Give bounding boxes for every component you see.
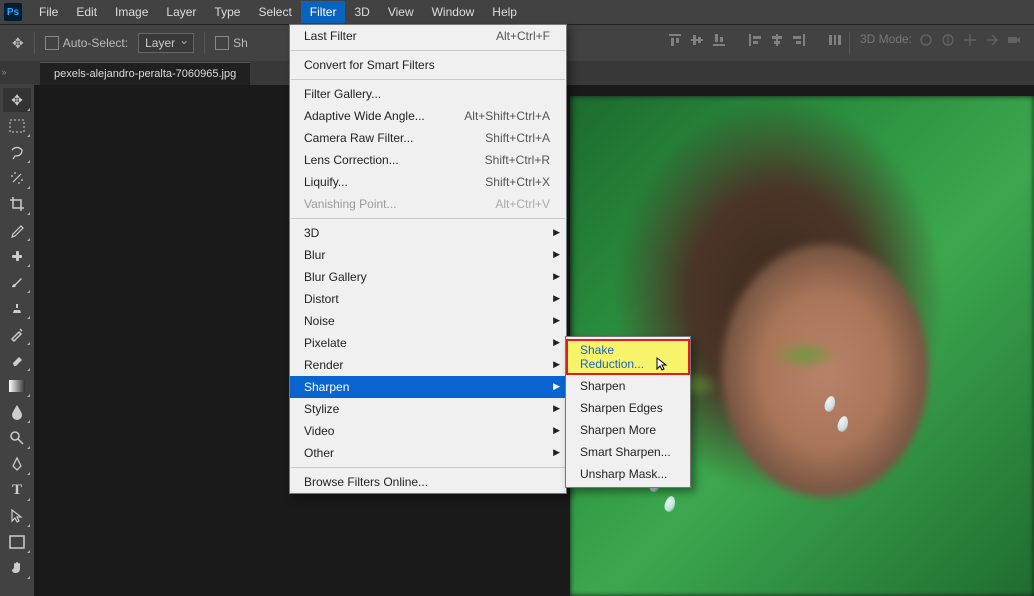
submenu-sharpen-edges[interactable]: Sharpen Edges xyxy=(566,397,690,419)
menu-liquify[interactable]: Liquify...Shift+Ctrl+X xyxy=(290,171,566,193)
eyedropper-tool[interactable] xyxy=(3,218,31,242)
lasso-tool[interactable] xyxy=(3,140,31,164)
submenu-smart-sharpen[interactable]: Smart Sharpen... xyxy=(566,441,690,463)
3d-roll-icon[interactable] xyxy=(940,32,956,48)
align-hcenter-icon[interactable] xyxy=(769,32,785,48)
hand-tool[interactable] xyxy=(3,556,31,580)
menu-stylize-sub[interactable]: Stylize▶ xyxy=(290,398,566,420)
submenu-sharpen-more[interactable]: Sharpen More xyxy=(566,419,690,441)
toolbar-expand-icon[interactable]: » xyxy=(0,60,8,84)
menu-vanishing-point: Vanishing Point...Alt+Ctrl+V xyxy=(290,193,566,215)
menu-sharpen-sub[interactable]: Sharpen▶ xyxy=(290,376,566,398)
show-transform-group[interactable]: Sh xyxy=(215,36,248,51)
menu-separator xyxy=(291,79,565,80)
dodge-tool[interactable] xyxy=(3,426,31,450)
gradient-tool[interactable] xyxy=(3,374,31,398)
menu-noise-sub[interactable]: Noise▶ xyxy=(290,310,566,332)
menu-render-sub[interactable]: Render▶ xyxy=(290,354,566,376)
submenu-unsharp-mask[interactable]: Unsharp Mask... xyxy=(566,463,690,485)
menu-window[interactable]: Window xyxy=(423,1,484,23)
align-left-icon[interactable] xyxy=(747,32,763,48)
menu-adaptive-wide-angle[interactable]: Adaptive Wide Angle...Alt+Shift+Ctrl+A xyxy=(290,105,566,127)
crop-tool[interactable] xyxy=(3,192,31,216)
menu-select[interactable]: Select xyxy=(249,1,300,23)
move-tool-icon: ✥ xyxy=(12,35,24,52)
rectangle-tool[interactable] xyxy=(3,530,31,554)
document-tab[interactable]: pexels-alejandro-peralta-7060965.jpg xyxy=(40,62,250,85)
menu-type[interactable]: Type xyxy=(205,1,249,23)
submenu-sharpen[interactable]: Sharpen xyxy=(566,375,690,397)
sharpen-submenu: Shake Reduction... Sharpen Sharpen Edges… xyxy=(565,336,691,488)
eyeshadow-left xyxy=(770,341,840,369)
submenu-shake-reduction[interactable]: Shake Reduction... xyxy=(566,339,690,375)
magic-wand-tool[interactable] xyxy=(3,166,31,190)
align-top-icon[interactable] xyxy=(667,32,683,48)
menu-filter-gallery[interactable]: Filter Gallery... xyxy=(290,83,566,105)
show-transform-label: Sh xyxy=(233,36,248,50)
path-selection-tool[interactable] xyxy=(3,504,31,528)
distribute-icon[interactable] xyxy=(827,32,843,48)
app-logo: Ps xyxy=(4,3,22,21)
tools-panel: ✥ T xyxy=(0,84,34,596)
menu-separator xyxy=(291,218,565,219)
pen-tool[interactable] xyxy=(3,452,31,476)
menu-video-sub[interactable]: Video▶ xyxy=(290,420,566,442)
menu-browse-filters[interactable]: Browse Filters Online... xyxy=(290,471,566,493)
3d-slide-icon[interactable] xyxy=(984,32,1000,48)
3d-orbit-icon[interactable] xyxy=(918,32,934,48)
menu-bar: Ps File Edit Image Layer Type Select Fil… xyxy=(0,0,1034,24)
history-brush-tool[interactable] xyxy=(3,322,31,346)
menu-file[interactable]: File xyxy=(30,1,67,23)
move-tool[interactable]: ✥ xyxy=(3,88,31,112)
menu-layer[interactable]: Layer xyxy=(157,1,205,23)
blur-tool[interactable] xyxy=(3,400,31,424)
clone-stamp-tool[interactable] xyxy=(3,296,31,320)
align-right-icon[interactable] xyxy=(791,32,807,48)
auto-select-label: Auto-Select: xyxy=(63,36,128,50)
menu-edit[interactable]: Edit xyxy=(67,1,106,23)
layer-select[interactable]: Layer xyxy=(138,33,194,53)
menu-convert-smart-filters[interactable]: Convert for Smart Filters xyxy=(290,54,566,76)
menu-pixelate-sub[interactable]: Pixelate▶ xyxy=(290,332,566,354)
eraser-tool[interactable] xyxy=(3,348,31,372)
menu-3d-sub[interactable]: 3D▶ xyxy=(290,222,566,244)
divider xyxy=(204,32,205,54)
menu-blur-gallery-sub[interactable]: Blur Gallery▶ xyxy=(290,266,566,288)
healing-brush-tool[interactable] xyxy=(3,244,31,268)
auto-select-group[interactable]: Auto-Select: xyxy=(45,36,128,51)
type-tool[interactable]: T xyxy=(3,478,31,502)
brush-tool[interactable] xyxy=(3,270,31,294)
menu-separator xyxy=(291,50,565,51)
menu-camera-raw-filter[interactable]: Camera Raw Filter...Shift+Ctrl+A xyxy=(290,127,566,149)
menu-lens-correction[interactable]: Lens Correction...Shift+Ctrl+R xyxy=(290,149,566,171)
divider xyxy=(34,32,35,54)
marquee-tool[interactable] xyxy=(3,114,31,138)
menu-help[interactable]: Help xyxy=(483,1,526,23)
gap xyxy=(733,32,741,54)
menu-image[interactable]: Image xyxy=(106,1,157,23)
divider xyxy=(849,32,850,54)
menu-view[interactable]: View xyxy=(379,1,423,23)
show-transform-checkbox[interactable] xyxy=(215,36,229,50)
menu-last-filter[interactable]: Last FilterAlt+Ctrl+F xyxy=(290,25,566,47)
align-icons: 3D Mode: xyxy=(667,32,1022,54)
align-vcenter-icon[interactable] xyxy=(689,32,705,48)
gap xyxy=(813,32,821,54)
filter-menu-dropdown: Last FilterAlt+Ctrl+F Convert for Smart … xyxy=(289,24,567,494)
3d-camera-icon[interactable] xyxy=(1006,32,1022,48)
menu-filter[interactable]: Filter xyxy=(301,1,346,23)
align-bottom-icon[interactable] xyxy=(711,32,727,48)
menu-distort-sub[interactable]: Distort▶ xyxy=(290,288,566,310)
3d-pan-icon[interactable] xyxy=(962,32,978,48)
menu-blur-sub[interactable]: Blur▶ xyxy=(290,244,566,266)
menu-separator xyxy=(291,467,565,468)
menu-other-sub[interactable]: Other▶ xyxy=(290,442,566,464)
3d-mode-label: 3D Mode: xyxy=(860,32,912,54)
auto-select-checkbox[interactable] xyxy=(45,36,59,50)
menu-3d[interactable]: 3D xyxy=(345,1,378,23)
